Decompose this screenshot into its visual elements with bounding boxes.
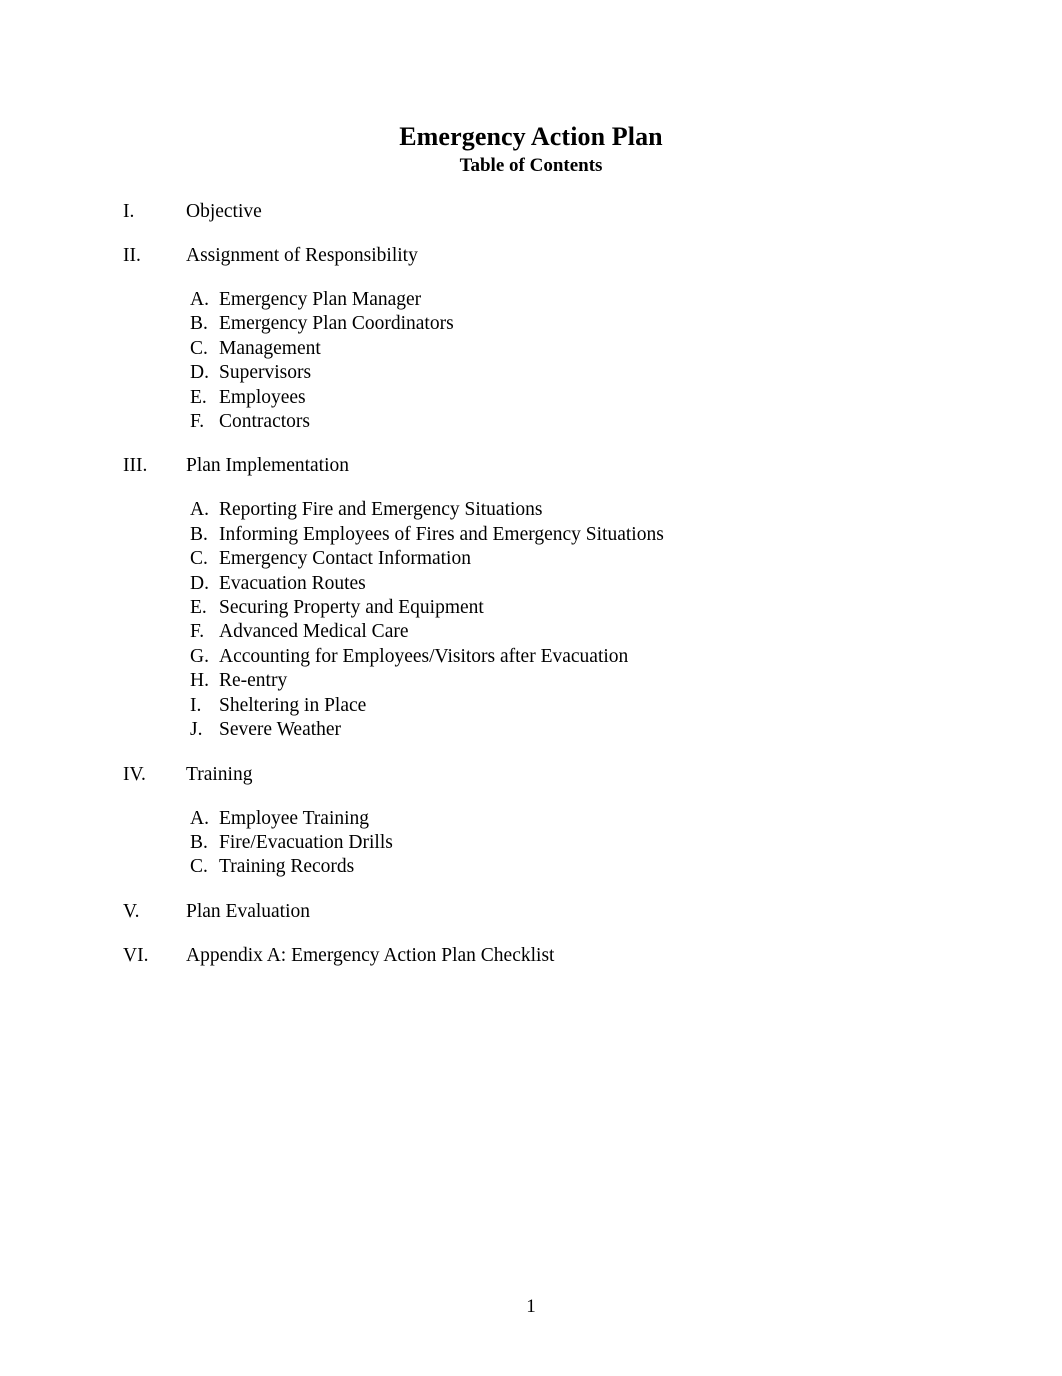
toc-section-numeral: VI. xyxy=(123,944,149,966)
page-number: 1 xyxy=(526,1296,536,1317)
toc-subitem-letter: H. xyxy=(190,670,209,692)
toc-subitem[interactable]: D. Supervisors xyxy=(190,361,943,385)
document-title: Emergency Action Plan xyxy=(399,122,663,151)
toc-section: I. Objective xyxy=(123,200,943,224)
toc-subitem[interactable]: D. Evacuation Routes xyxy=(190,572,943,596)
toc-section: II. Assignment of Responsibility A. Emergen… xyxy=(123,244,943,434)
toc-subitem-letter: J. xyxy=(190,719,203,741)
toc-subitem-letter: A. xyxy=(190,499,209,521)
toc-subitem-letter: C. xyxy=(190,337,208,359)
toc-subitem-text: Supervisors xyxy=(219,362,312,384)
toc-section-heading[interactable]: V. Plan Evaluation xyxy=(123,900,943,924)
toc-subitem-text: Reporting Fire and Emergency Situations xyxy=(219,499,543,521)
toc-section: V. Plan Evaluation xyxy=(123,900,943,924)
toc-subitem-text: Securing Property and Equipment xyxy=(219,597,484,619)
toc-subitem[interactable]: B. Fire/Evacuation Drills xyxy=(190,831,943,855)
toc-subitem-letter: A. xyxy=(190,289,209,310)
document-header: Emergency Action Plan Table of Contents xyxy=(0,122,1062,178)
toc-subitem[interactable]: C. Management xyxy=(190,337,943,361)
toc-section-title: Plan Implementation xyxy=(186,455,350,477)
toc-subitem[interactable]: J. Severe Weather xyxy=(190,718,943,742)
toc-subitem-text: Evacuation Routes xyxy=(219,572,366,594)
toc-subitem-letter: B. xyxy=(190,523,208,545)
toc-subitem[interactable]: H. Re-entry xyxy=(190,669,943,693)
table-of-contents: I. Objective II. Assignment of Responsibili… xyxy=(123,200,943,968)
toc-subitem-letter: I. xyxy=(190,694,202,716)
toc-section: VI. Appendix A: Emergency Action Plan Che… xyxy=(123,944,943,968)
toc-subitem[interactable]: E. Employees xyxy=(190,386,943,410)
toc-subitem-text: Contractors xyxy=(219,411,310,433)
toc-section-heading[interactable]: I. Objective xyxy=(123,200,943,224)
toc-subitem-text: Re-entry xyxy=(219,670,288,692)
document-subtitle: Table of Contents xyxy=(459,155,603,176)
toc-section-title: Assignment of Responsibility xyxy=(186,245,418,266)
toc-subitem-text: Emergency Plan Coordinators xyxy=(219,313,454,335)
toc-section-title: Objective xyxy=(186,201,262,222)
toc-subitem-letter: F. xyxy=(190,621,205,643)
toc-subitem-text: Emergency Contact Information xyxy=(219,548,471,570)
toc-subitem-letter: E. xyxy=(190,597,207,619)
toc-subitem-letter: E. xyxy=(190,386,207,408)
toc-section-heading[interactable]: III. Plan Implementation xyxy=(123,454,943,478)
toc-subitem[interactable]: A. Employee Training xyxy=(190,807,943,831)
toc-subitem-text: Emergency Plan Manager xyxy=(219,289,422,310)
toc-section-numeral: III. xyxy=(123,455,148,477)
toc-subitem-letter: B. xyxy=(190,831,208,853)
toc-subitem-letter: B. xyxy=(190,313,208,335)
toc-subitem[interactable]: I. Sheltering in Place xyxy=(190,694,943,718)
toc-section-numeral: IV. xyxy=(123,763,146,785)
toc-subitem-list: A. Reporting Fire and Emergency Situation… xyxy=(123,498,943,742)
toc-section: III. Plan Implementation A. Reporting Fire … xyxy=(123,454,943,742)
toc-subitem-letter: D. xyxy=(190,572,209,594)
toc-subitem[interactable]: B. Informing Employees of Fires and Emerg… xyxy=(190,523,943,547)
page-footer: 1 xyxy=(0,1296,1062,1318)
toc-subitem-letter: A. xyxy=(190,807,209,829)
toc-subitem-letter: F. xyxy=(190,411,205,433)
toc-subitem[interactable]: A. Emergency Plan Manager xyxy=(190,288,943,312)
toc-subitem-text: Severe Weather xyxy=(219,719,342,741)
toc-subitem-text: Employee Training xyxy=(219,807,370,829)
toc-subitem-text: Sheltering in Place xyxy=(219,694,367,716)
document-page: Emergency Action Plan Table of Contents … xyxy=(0,0,1062,1376)
toc-section: IV. Training A. Employee Training B. Fire/Eva… xyxy=(123,763,943,880)
toc-subitem[interactable]: F. Advanced Medical Care xyxy=(190,620,943,644)
toc-section-numeral: II. xyxy=(123,245,141,266)
toc-subitem-text: Fire/Evacuation Drills xyxy=(219,831,393,853)
toc-subitem-text: Management xyxy=(219,337,321,359)
toc-subitem-letter: C. xyxy=(190,856,208,878)
toc-section-title: Plan Evaluation xyxy=(186,900,311,922)
toc-subitem-text: Training Records xyxy=(219,856,355,878)
toc-section-numeral: V. xyxy=(123,900,140,922)
toc-subitem-list: A. Emergency Plan Manager B. Emergency Plan… xyxy=(123,288,943,434)
toc-subitem[interactable]: C. Emergency Contact Information xyxy=(190,547,943,571)
toc-section-heading[interactable]: VI. Appendix A: Emergency Action Plan Che… xyxy=(123,944,943,968)
toc-section-title: Training xyxy=(186,763,253,785)
toc-section-numeral: I. xyxy=(123,201,135,222)
toc-subitem-letter: G. xyxy=(190,645,209,667)
toc-subitem[interactable]: C. Training Records xyxy=(190,855,943,879)
toc-subitem[interactable]: A. Reporting Fire and Emergency Situation… xyxy=(190,498,943,522)
toc-section-title: Appendix A: Emergency Action Plan Checkl… xyxy=(186,944,555,966)
toc-subitem-list: A. Employee Training B. Fire/Evacuation Dri… xyxy=(123,807,943,880)
toc-section-heading[interactable]: II. Assignment of Responsibility xyxy=(123,244,943,268)
toc-subitem-text: Employees xyxy=(219,386,306,408)
toc-subitem-text: Advanced Medical Care xyxy=(219,621,409,643)
toc-subitem-letter: C. xyxy=(190,548,208,570)
toc-subitem[interactable]: E. Securing Property and Equipment xyxy=(190,596,943,620)
toc-subitem[interactable]: G. Accounting for Employees/Visitors afte… xyxy=(190,645,943,669)
toc-subitem[interactable]: F. Contractors xyxy=(190,410,943,434)
toc-subitem-text: Informing Employees of Fires and Emergen… xyxy=(219,523,664,545)
toc-subitem-text: Accounting for Employees/Visitors after … xyxy=(219,645,629,667)
toc-subitem-letter: D. xyxy=(190,362,209,384)
toc-section-heading[interactable]: IV. Training xyxy=(123,763,943,787)
toc-subitem[interactable]: B. Emergency Plan Coordinators xyxy=(190,312,943,336)
